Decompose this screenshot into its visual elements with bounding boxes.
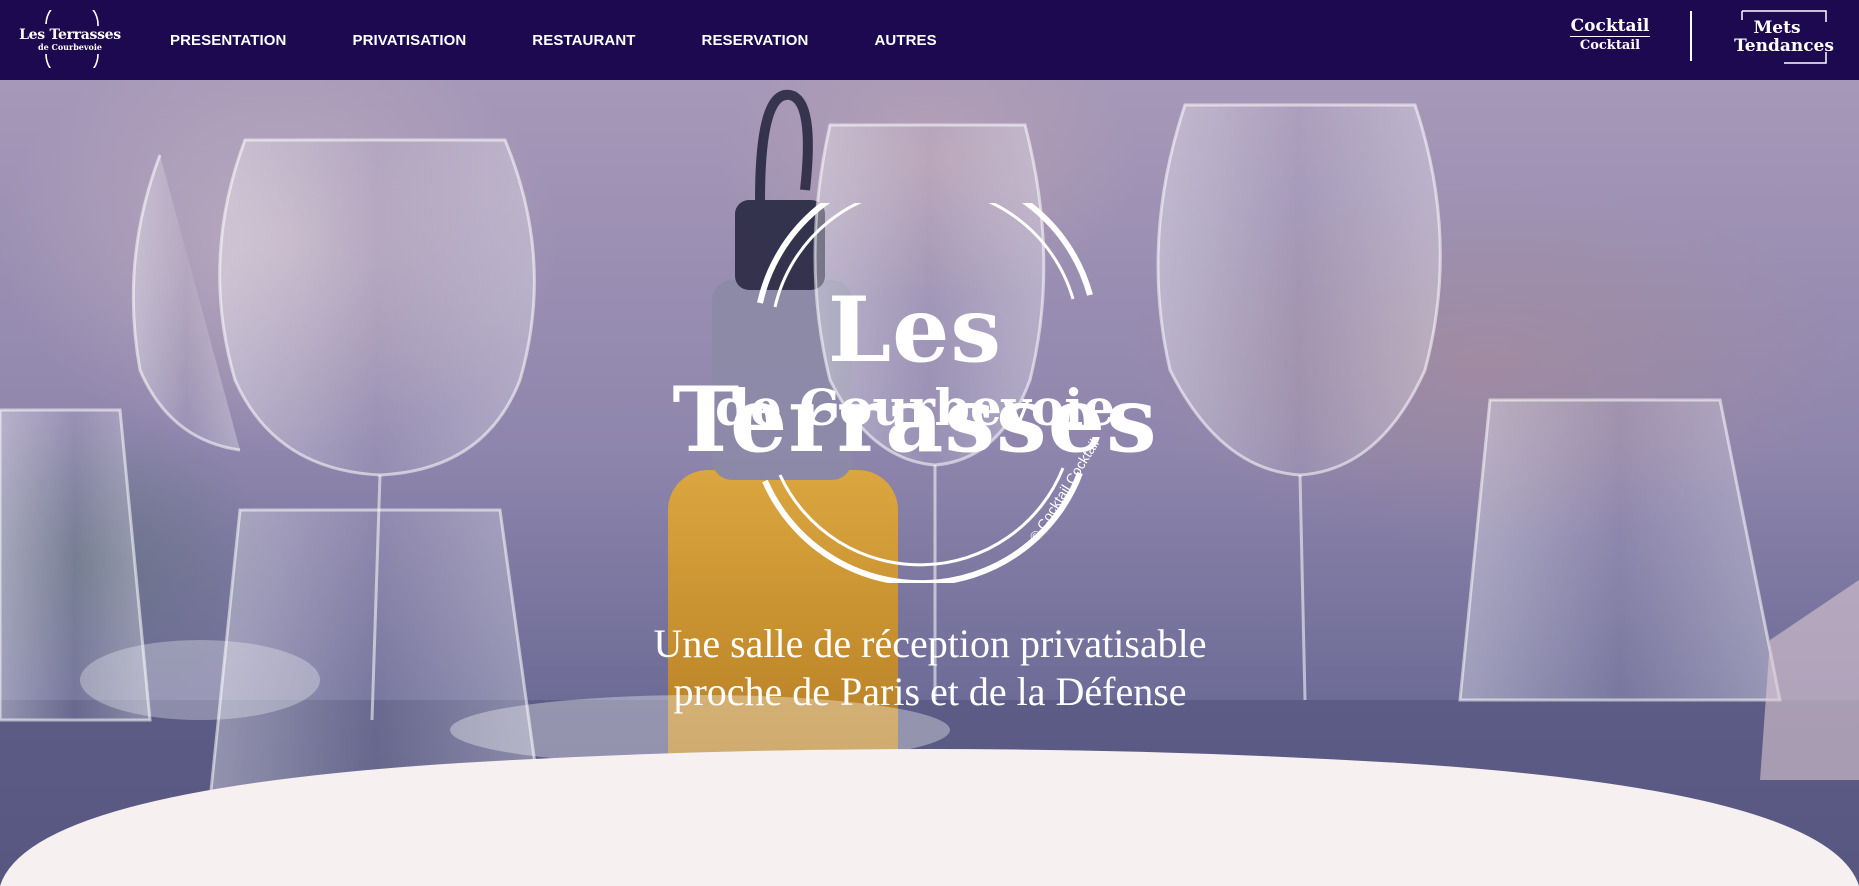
partner-mets-line2: Tendances: [1734, 36, 1834, 56]
site-logo-link[interactable]: Les Terrasses de Courbevoie: [18, 10, 122, 68]
partner-cocktail-line1: Cocktail: [1569, 16, 1651, 37]
partner-cocktail-line2: Cocktail: [1579, 38, 1641, 53]
partner-mets-tendances-link[interactable]: Mets Tendances: [1734, 10, 1834, 64]
nav-autres[interactable]: AUTRES: [874, 32, 936, 49]
hero-section: © Cocktail Cocktail Les Terrasses de Cou…: [0, 80, 1859, 886]
partner-mets-line1: Mets: [1753, 18, 1801, 38]
main-navigation: PRESENTATION PRIVATISATION RESTAURANT RE…: [170, 0, 1003, 80]
logo-subtitle: de Courbevoie: [38, 41, 102, 52]
partner-cocktail-cocktail-link[interactable]: Cocktail Cocktail: [1568, 16, 1652, 56]
nav-presentation[interactable]: PRESENTATION: [170, 32, 286, 49]
nav-reservation[interactable]: RESERVATION: [702, 32, 809, 49]
logo-title: Les Terrasses: [19, 26, 121, 43]
site-header: Les Terrasses de Courbevoie PRESENTATION…: [0, 0, 1859, 80]
nav-privatisation[interactable]: PRIVATISATION: [352, 32, 466, 49]
nav-restaurant[interactable]: RESTAURANT: [532, 32, 635, 49]
hero-bottom-curve: [0, 749, 1859, 886]
header-divider: [1690, 11, 1692, 61]
